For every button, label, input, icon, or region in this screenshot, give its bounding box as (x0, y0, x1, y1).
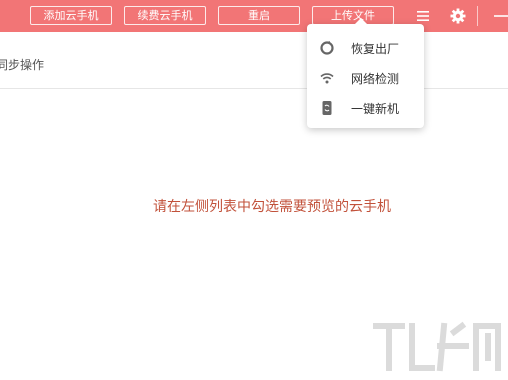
toolbar-divider (477, 6, 478, 26)
menu-item-label: 一键新机 (351, 102, 400, 116)
empty-preview-message: 请在左侧列表中勾选需要预览的云手机 (153, 199, 391, 215)
menu-item-factory-reset[interactable]: 恢复出厂 (307, 36, 424, 60)
top-toolbar: 添加云手机 续费云手机 重启 上传文件 (0, 0, 508, 32)
restart-button[interactable]: 重启 (218, 6, 300, 25)
menu-item-new-device[interactable]: 一键新机 (307, 96, 424, 120)
reset-icon (319, 40, 335, 56)
watermark-logo (370, 318, 508, 376)
menu-item-label: 恢复出厂 (351, 42, 400, 56)
gear-icon[interactable] (448, 6, 468, 26)
menu-icon[interactable] (413, 6, 433, 26)
sync-operation-bar: 同步操作 (0, 32, 508, 89)
upload-file-button[interactable]: 上传文件 (312, 6, 394, 25)
more-menu-dropdown: 恢复出厂 网络检测 一键新机 (307, 18, 424, 128)
renew-phone-button[interactable]: 续费云手机 (124, 6, 206, 25)
wifi-icon (319, 70, 335, 86)
minimize-icon[interactable] (490, 6, 508, 26)
new-phone-icon (319, 100, 335, 116)
menu-item-network-check[interactable]: 网络检测 (307, 66, 424, 90)
menu-item-label: 网络检测 (351, 72, 400, 86)
add-phone-button[interactable]: 添加云手机 (30, 6, 112, 25)
sync-operation-label[interactable]: 同步操作 (0, 56, 44, 73)
